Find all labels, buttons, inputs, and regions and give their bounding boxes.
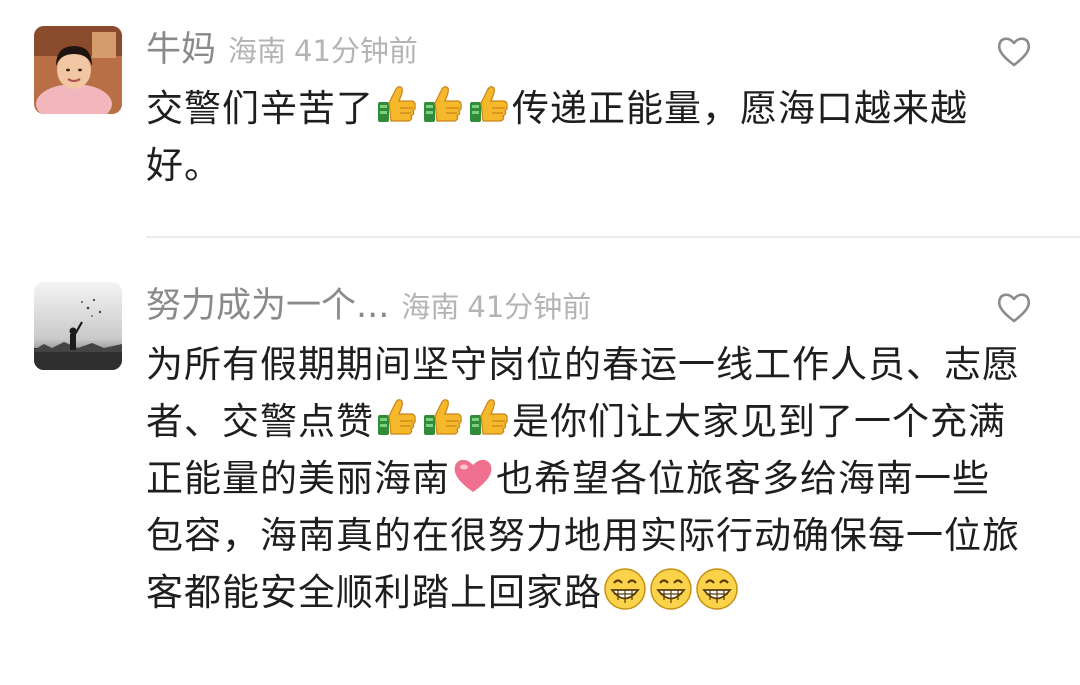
thumbs-up-icon: [421, 396, 465, 440]
username[interactable]: 牛妈: [146, 30, 216, 70]
comment-text-segment: 交警们辛苦了: [146, 87, 374, 130]
grinning-face-icon: [603, 567, 647, 611]
like-button[interactable]: [996, 290, 1032, 324]
comment-item: 努力成为一个... 海南 41分钟前 为所有假期期间坚守岗位的春运一线工作人员、志愿…: [0, 238, 1080, 685]
comment-meta: 努力成为一个... 海南 41分钟前: [146, 280, 591, 332]
pink-heart-icon: [451, 453, 495, 497]
username[interactable]: 努力成为一个...: [146, 286, 389, 326]
thumbs-up-icon: [467, 396, 511, 440]
grinning-face-icon: [649, 567, 693, 611]
comment-item: 牛妈 海南 41分钟前 交警们辛苦了 传递正能量，愿海口越来越好。: [0, 0, 1080, 236]
location-label: 海南: [401, 290, 460, 324]
thumbs-up-icon: [467, 83, 511, 127]
heart-outline-icon: [997, 293, 1031, 323]
like-button[interactable]: [996, 34, 1032, 68]
heart-outline-icon: [997, 37, 1031, 67]
thumbs-up-icon: [421, 83, 465, 127]
timestamp: 41分钟前: [294, 34, 418, 68]
comment-meta: 牛妈 海南 41分钟前: [146, 24, 418, 76]
thumbs-up-icon: [375, 396, 419, 440]
timestamp: 41分钟前: [467, 290, 592, 324]
avatar[interactable]: [34, 282, 122, 370]
comment-text: 为所有假期期间坚守岗位的春运一线工作人员、志愿者、交警点赞 是你们让大家见到了一个…: [146, 336, 1026, 621]
comment-text: 交警们辛苦了 传递正能量，愿海口越来越好。: [146, 80, 986, 194]
avatar[interactable]: [34, 26, 122, 114]
location-label: 海南: [228, 34, 287, 68]
thumbs-up-icon: [375, 83, 419, 127]
grinning-face-icon: [695, 567, 739, 611]
